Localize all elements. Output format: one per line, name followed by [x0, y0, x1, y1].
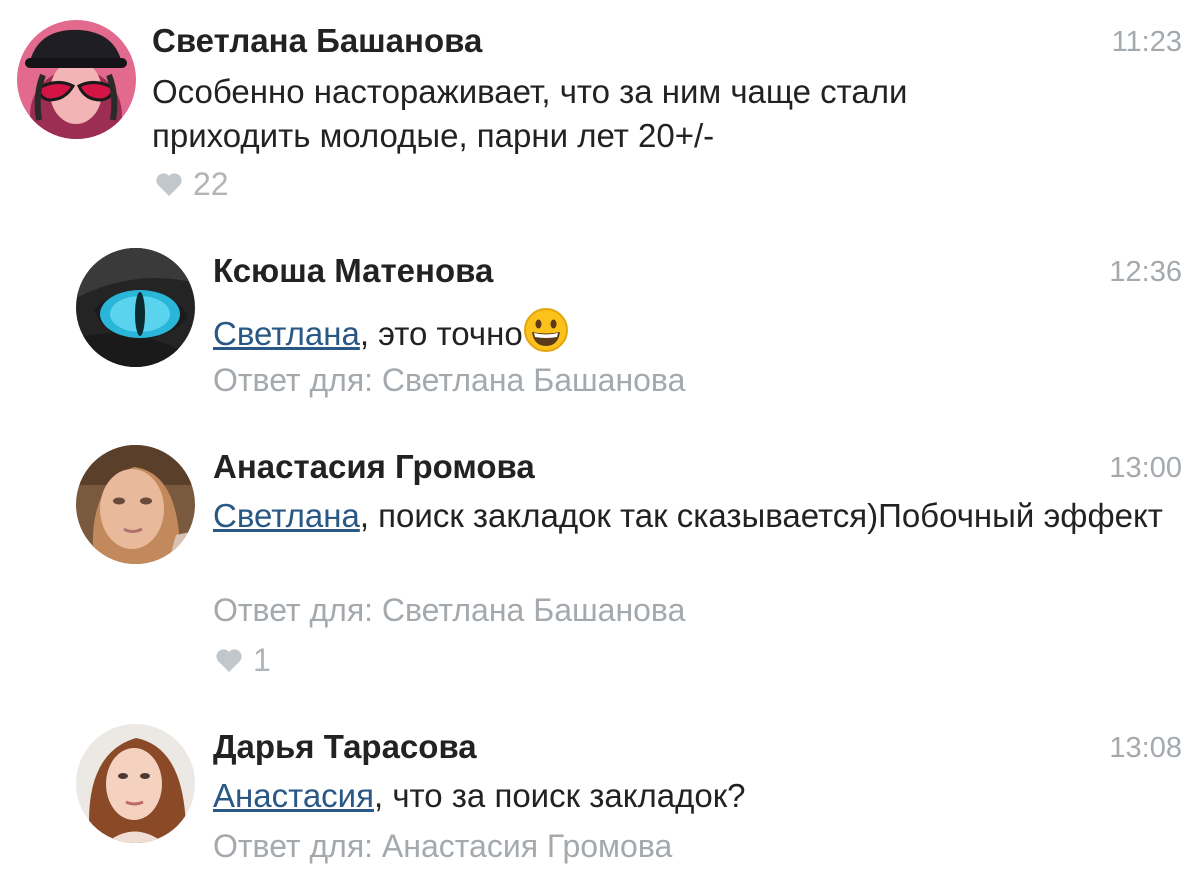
comment-text: Светлана, поиск закладок так сказывается…: [213, 494, 1173, 538]
reply-to-label[interactable]: Ответ для: Светлана Башанова: [213, 362, 685, 399]
comment-author[interactable]: Ксюша Матенова: [213, 252, 493, 290]
mention-link[interactable]: Анастасия: [213, 777, 374, 814]
reply-to-label[interactable]: Ответ для: Анастасия Громова: [213, 828, 672, 865]
comment-body: , поиск закладок так сказывается)Побочны…: [359, 497, 1163, 534]
like-button[interactable]: 1: [215, 642, 271, 679]
comment-time: 13:08: [1109, 732, 1182, 764]
comment-ksyusha: Ксюша Матенова 12:36 Светлана, это точно…: [0, 230, 1200, 430]
comment-text: Анастасия, что за поиск закладок?: [213, 774, 1173, 818]
reply-to-label[interactable]: Ответ для: Светлана Башанова: [213, 592, 685, 629]
comment-text: Особенно настораживает, что за ним чаще …: [152, 73, 908, 154]
comment-text: Светлана, это точно: [213, 307, 1173, 364]
comment-author[interactable]: Дарья Тарасова: [213, 728, 477, 766]
like-button[interactable]: 22: [155, 166, 229, 203]
like-count: 1: [253, 642, 271, 678]
avatar-darya-tarasova[interactable]: [76, 724, 195, 843]
comment-anastasia: Анастасия Громова 13:00 Светлана, поиск …: [0, 430, 1200, 710]
mention-link[interactable]: Светлана: [213, 315, 360, 352]
comment-body: , что за поиск закладок?: [374, 777, 746, 814]
avatar-ksyusha-matenova[interactable]: [76, 248, 195, 367]
comment-time: 13:00: [1109, 452, 1182, 484]
like-count: 22: [193, 166, 229, 202]
comment-author[interactable]: Анастасия Громова: [213, 448, 535, 486]
grinning-face-emoji: [523, 307, 569, 364]
comment-time: 11:23: [1111, 26, 1182, 58]
comment-darya: Дарья Тарасова 13:08 Анастасия, что за п…: [0, 710, 1200, 876]
heart-icon: [215, 648, 243, 673]
comment-time: 12:36: [1109, 256, 1182, 288]
comment-svetlana: Светлана Башанова 11:23 Особенно настора…: [0, 0, 1200, 230]
avatar-svetlana-bashanova[interactable]: [17, 20, 136, 139]
avatar-anastasia-gromova[interactable]: [76, 445, 195, 564]
mention-link[interactable]: Светлана: [213, 497, 360, 534]
comment-body: , это точно: [359, 315, 523, 352]
comment-author[interactable]: Светлана Башанова: [152, 22, 482, 60]
heart-icon: [155, 172, 183, 197]
